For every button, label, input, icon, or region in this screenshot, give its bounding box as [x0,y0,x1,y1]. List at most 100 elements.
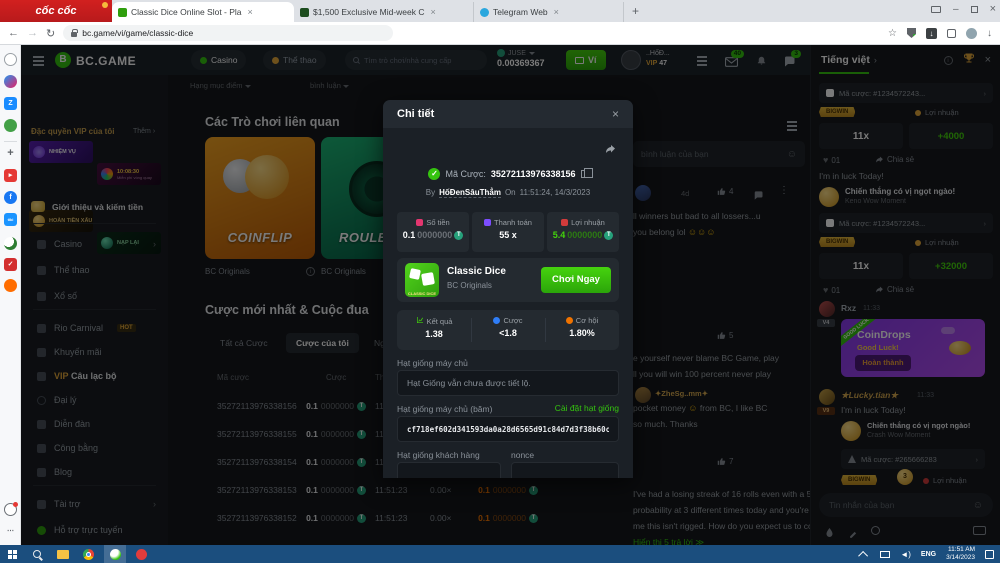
verified-check-icon: ✓ [428,168,440,180]
bet-icon [493,317,500,324]
server-seed-label: Hạt giống máy chủ [397,358,468,368]
new-tab-button[interactable]: + [624,4,647,18]
payout-icon [484,219,491,226]
copy-icon[interactable] [581,170,588,178]
browser-toolbar: ← → ↻ bc.game/vi/game/classic-dice ☆ ↓ ↓ [0,22,1000,45]
profit-icon [561,219,568,226]
on-label: On [505,188,516,197]
clock[interactable]: 11:51 AM3/14/2023 [946,546,975,563]
tab-telegram[interactable]: Telegram Web × [474,2,624,22]
classic-dice-thumbnail: CLASSIC DICE [405,263,439,297]
stat-payout: Thanh toán 55 x [472,212,544,252]
bet-id-label: Mã Cược: [445,169,485,179]
by-label: By [426,188,435,197]
tab-title: Telegram Web [493,7,548,17]
address-bar[interactable]: bc.game/vi/game/classic-dice [63,25,393,41]
server-seed-field[interactable]: Hạt Giống vẫn chưa được tiết lộ. [397,370,619,396]
play-now-button[interactable]: Chơi Ngay [541,267,611,293]
result-icon [416,316,424,326]
back-icon[interactable]: ← [8,27,19,39]
tab-close-icon[interactable]: × [248,7,253,17]
stat-amount: Số tiền 0.10000000 [397,212,469,252]
bet-timestamp: 11:51:24, 14/3/2023 [520,188,591,197]
tab-close-icon[interactable]: × [431,7,436,17]
divider [4,141,17,142]
extensions-icon[interactable] [947,29,956,38]
coccoc-brand-text: cốc cốc [36,5,77,17]
forward-icon[interactable]: → [27,27,38,39]
history-icon[interactable] [4,53,17,66]
bet-id-value: 35272113976338156 [491,169,576,179]
shop-cart-icon[interactable] [4,279,17,292]
crab-icon [102,2,108,8]
coccoc-taskbar-active[interactable] [104,545,126,563]
game-provider: BC Originals [447,281,492,290]
game-title: Classic Dice [447,266,506,277]
nonce-field[interactable] [511,462,619,478]
tab-classic-dice[interactable]: Classic Dice Online Slot - Pla × [112,2,294,22]
minimize-button[interactable]: – [953,4,959,15]
language-indicator[interactable]: ENG [921,551,936,558]
zalo-icon[interactable]: Z [4,97,17,110]
taskbar-search-icon[interactable] [33,550,41,558]
modal-title: Chi tiết [397,108,434,120]
screen: cốc cốc Classic Dice Online Slot - Pla ×… [0,0,1000,563]
tab-close-icon[interactable]: × [554,7,559,17]
coccoc-logo[interactable]: cốc cốc [0,0,112,22]
reload-icon[interactable]: ↻ [46,27,55,40]
modal-close-icon[interactable]: × [612,107,619,121]
game-info-card: CLASSIC DICE Classic Dice BC Originals C… [397,258,619,302]
start-button[interactable] [8,550,17,559]
client-seed-field[interactable] [397,462,501,478]
telegram-favicon [480,8,489,17]
more-dots-icon[interactable]: ⋯ [4,525,17,538]
notification-bell-icon[interactable] [4,503,17,516]
chrome-icon[interactable] [83,549,94,560]
taskbar: ◄) ENG 11:51 AM3/14/2023 [0,545,1000,563]
pip-icon[interactable] [931,6,941,13]
coccoc-side-strip: Z + ▸ f tiki ✓ ⋯ [0,45,21,545]
messenger-icon[interactable] [4,75,17,88]
file-explorer-icon[interactable] [57,550,69,559]
bettor-username[interactable]: HốĐenSâuThẳm [439,188,501,198]
hidden-icons-chevron[interactable] [858,550,868,560]
usdt-coin-icon [454,231,463,240]
webpage: B BC.GAME Casino Thể thao Tìm trò chơi/n… [21,45,1000,545]
network-icon[interactable] [880,551,890,558]
add-app-icon[interactable]: + [4,147,17,160]
adblock-badge [913,34,919,40]
action-center-icon[interactable] [985,550,994,559]
youtube-icon[interactable]: ▸ [4,169,17,182]
tab-promo[interactable]: $1,500 Exclusive Mid-week C × [294,2,474,22]
seed-settings-link[interactable]: Cài đặt hạt giống [555,403,619,413]
facebook-icon[interactable]: f [4,191,17,204]
share-icon[interactable] [604,142,617,160]
bookmark-star-icon[interactable]: ☆ [888,28,897,39]
profile-avatar-icon[interactable] [966,28,977,39]
maximize-button[interactable] [971,6,978,13]
red-app-icon[interactable] [136,549,147,560]
chance-icon [566,317,573,324]
sports-ball-icon[interactable] [4,237,17,250]
close-window-button[interactable]: × [990,3,996,15]
server-seed-hash-field[interactable]: cf718ef602d341593da0a28d6565d91c84d7d3f3… [397,416,619,442]
bcgame-favicon [118,8,127,17]
tiki-icon[interactable]: tiki [4,213,17,226]
video-download-icon[interactable]: ↓ [926,28,937,39]
volume-icon[interactable]: ◄) [900,550,911,559]
modal-header: Chi tiết × [383,100,633,128]
url-text: bc.game/vi/game/classic-dice [82,28,193,38]
downloads-tray-icon[interactable]: ↓ [987,28,992,39]
browser-tab-strip: cốc cốc Classic Dice Online Slot - Pla ×… [0,0,1000,22]
tab-title: Classic Dice Online Slot - Pla [131,7,242,17]
promo-favicon [300,8,309,17]
result-panel: Kết quả 1.38 Cược <1.8 Cơ hội 1.80% [397,310,619,350]
red-check-icon[interactable]: ✓ [4,258,17,271]
padlock-icon [71,32,77,37]
adblock-shield-icon[interactable] [907,28,916,38]
thumb-label: CLASSIC DICE [405,291,439,296]
server-seed-hash-label: Hạt giống máy chủ (băm) [397,404,492,414]
bet-details-modal: Chi tiết × ✓ Mã Cược: 35272113976338156 … [383,100,633,478]
nonce-label: nonce [511,450,534,460]
gamepad-icon[interactable] [4,119,17,132]
